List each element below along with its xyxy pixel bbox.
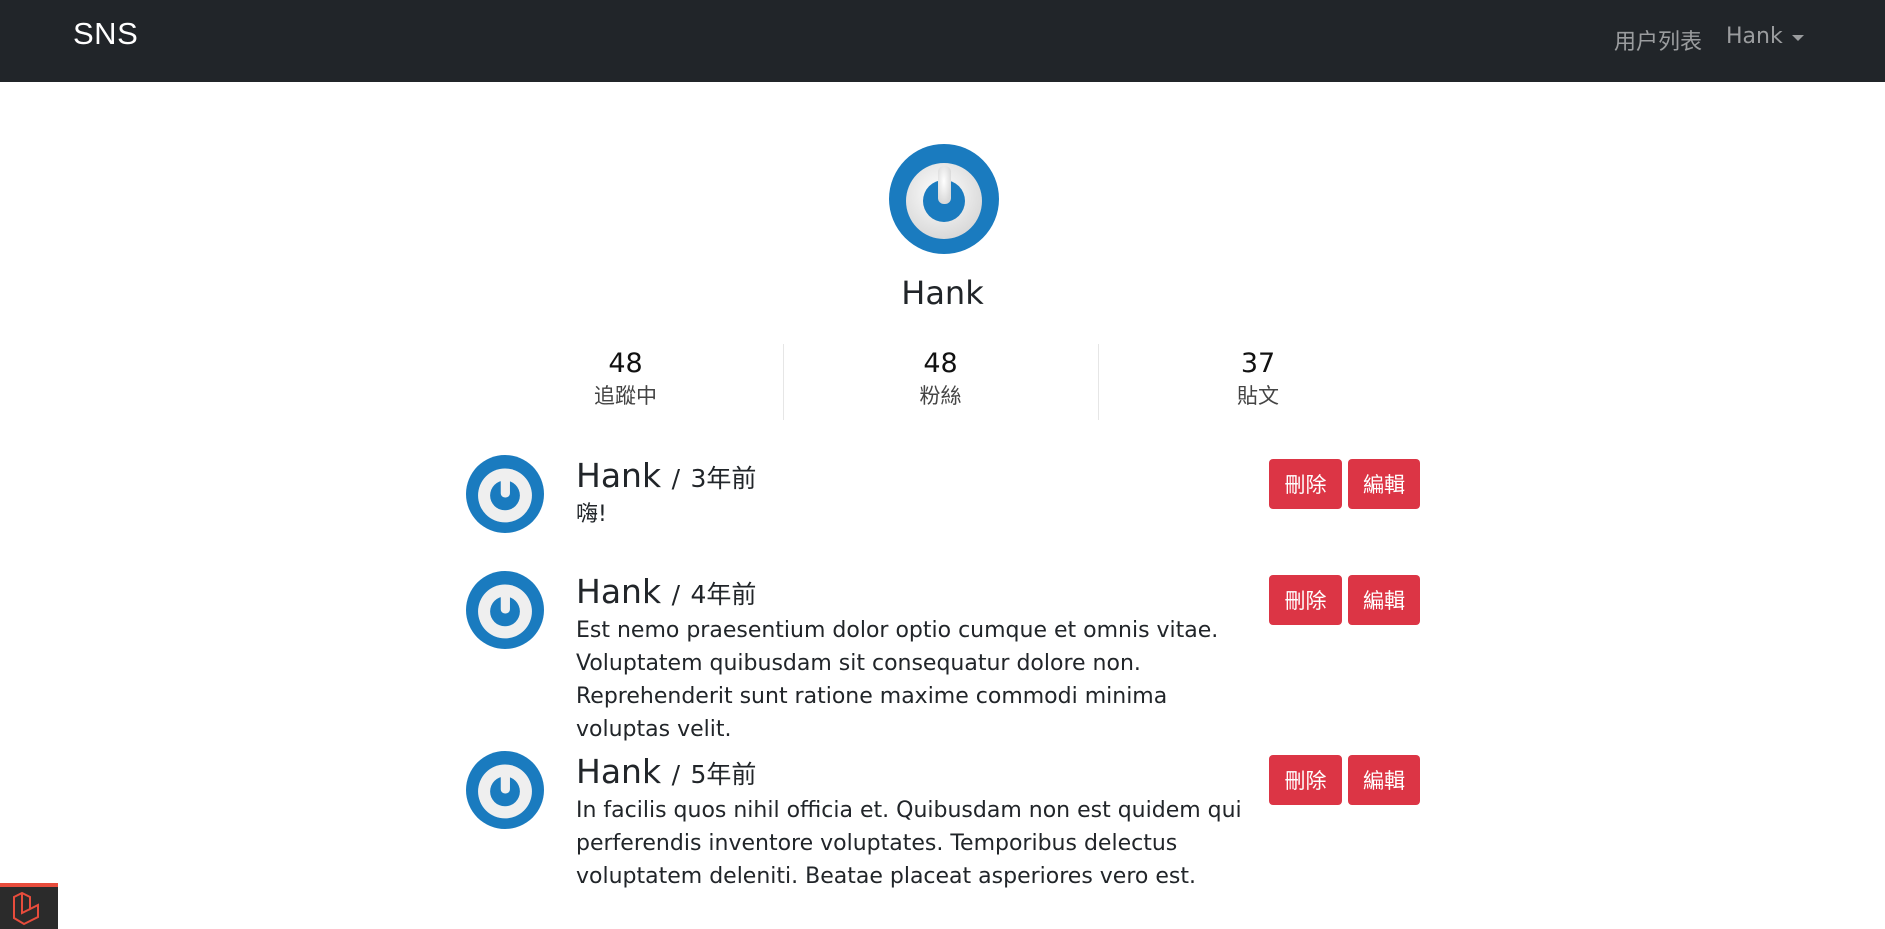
post-avatar[interactable] <box>466 571 544 649</box>
profile-stats: 48 追蹤中 48 粉絲 37 貼文 <box>468 344 1418 420</box>
stat-following-count: 48 <box>608 348 643 379</box>
edit-button[interactable]: 編輯 <box>1348 575 1420 625</box>
delete-button[interactable]: 刪除 <box>1269 755 1342 805</box>
stat-following[interactable]: 48 追蹤中 <box>468 344 783 420</box>
post-separator: / <box>671 760 680 789</box>
stat-following-label: 追蹤中 <box>594 384 657 409</box>
post-avatar[interactable] <box>466 751 544 829</box>
post-avatar[interactable] <box>466 455 544 533</box>
post-author[interactable]: Hank <box>576 752 661 791</box>
edit-button[interactable]: 編輯 <box>1348 755 1420 805</box>
laravel-logo-icon <box>13 891 39 926</box>
delete-button[interactable]: 刪除 <box>1269 575 1342 625</box>
user-menu-label: Hank <box>1726 24 1783 49</box>
post-heading: Hank / 4年前 <box>576 571 1262 612</box>
profile-name: Hank <box>901 274 984 312</box>
post-content: 嗨! <box>576 502 607 528</box>
post-time: 3年前 <box>690 464 757 493</box>
debugbar-toggle[interactable] <box>0 883 58 929</box>
post-time: 5年前 <box>690 760 757 789</box>
users-list-link[interactable]: 用户列表 <box>1614 24 1702 56</box>
post-time: 4年前 <box>690 580 757 609</box>
post-content: Est nemo praesentium dolor optio cumque … <box>576 618 1219 743</box>
stat-posts[interactable]: 37 貼文 <box>1098 344 1418 420</box>
post-heading: Hank / 5年前 <box>576 751 1262 792</box>
stat-posts-label: 貼文 <box>1237 384 1279 409</box>
post-author[interactable]: Hank <box>576 572 661 611</box>
caret-down-icon <box>1791 35 1804 41</box>
delete-button[interactable]: 刪除 <box>1269 459 1342 509</box>
post-separator: / <box>671 464 680 493</box>
brand-link[interactable]: SNS <box>73 16 138 52</box>
stat-followers[interactable]: 48 粉絲 <box>783 344 1098 420</box>
post-content: In facilis quos nihil officia et. Quibus… <box>576 798 1242 890</box>
edit-button[interactable]: 編輯 <box>1348 459 1420 509</box>
post-separator: / <box>671 580 680 609</box>
stat-posts-count: 37 <box>1240 348 1276 379</box>
post-body: Hank / 3年前 嗨! <box>576 455 1262 531</box>
post-heading: Hank / 3年前 <box>576 455 1262 496</box>
post-body: Hank / 4年前 Est nemo praesentium dolor op… <box>576 571 1262 746</box>
user-menu-dropdown[interactable]: Hank <box>1726 24 1804 49</box>
post-author[interactable]: Hank <box>576 456 661 495</box>
stat-followers-label: 粉絲 <box>919 384 962 409</box>
top-navbar: SNS 用户列表 Hank <box>0 0 1885 82</box>
stat-followers-count: 48 <box>923 348 958 379</box>
post-body: Hank / 5年前 In facilis quos nihil officia… <box>576 751 1262 893</box>
profile-avatar <box>889 144 999 254</box>
